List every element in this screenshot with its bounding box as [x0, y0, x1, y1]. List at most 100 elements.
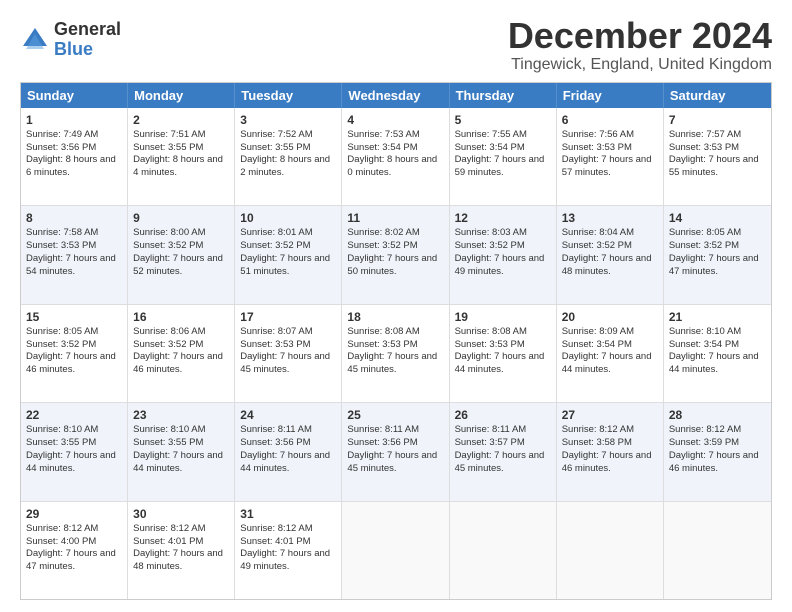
day-number: 10 [240, 210, 336, 226]
daylight-label: Daylight: 7 hours and 44 minutes. [562, 351, 652, 375]
calendar-cell: 7Sunrise: 7:57 AMSunset: 3:53 PMDaylight… [664, 108, 771, 205]
daylight-label: Daylight: 7 hours and 57 minutes. [562, 154, 652, 178]
day-number: 5 [455, 112, 551, 128]
calendar-cell: 10Sunrise: 8:01 AMSunset: 3:52 PMDayligh… [235, 206, 342, 303]
sunrise-label: Sunrise: 8:10 AM [669, 326, 741, 337]
sunset-label: Sunset: 4:01 PM [240, 536, 310, 547]
calendar-cell: 20Sunrise: 8:09 AMSunset: 3:54 PMDayligh… [557, 305, 664, 402]
sunrise-label: Sunrise: 8:08 AM [347, 326, 419, 337]
day-number: 31 [240, 506, 336, 522]
daylight-label: Daylight: 7 hours and 51 minutes. [240, 253, 330, 277]
calendar-week-row: 15Sunrise: 8:05 AMSunset: 3:52 PMDayligh… [21, 305, 771, 403]
calendar-cell: 11Sunrise: 8:02 AMSunset: 3:52 PMDayligh… [342, 206, 449, 303]
calendar-cell: 25Sunrise: 8:11 AMSunset: 3:56 PMDayligh… [342, 403, 449, 500]
calendar-cell: 8Sunrise: 7:58 AMSunset: 3:53 PMDaylight… [21, 206, 128, 303]
daylight-label: Daylight: 8 hours and 6 minutes. [26, 154, 116, 178]
sunrise-label: Sunrise: 8:12 AM [562, 424, 634, 435]
logo-text: GeneralBlue [54, 20, 121, 60]
sunset-label: Sunset: 3:55 PM [133, 142, 203, 153]
calendar-header-day: Saturday [664, 83, 771, 108]
sunrise-label: Sunrise: 8:09 AM [562, 326, 634, 337]
calendar-header-day: Monday [128, 83, 235, 108]
daylight-label: Daylight: 7 hours and 44 minutes. [133, 450, 223, 474]
day-number: 23 [133, 407, 229, 423]
calendar-header-day: Friday [557, 83, 664, 108]
sunrise-label: Sunrise: 8:12 AM [133, 523, 205, 534]
main-title: December 2024 [508, 16, 772, 56]
sunset-label: Sunset: 3:55 PM [133, 437, 203, 448]
page: GeneralBlue December 2024 Tingewick, Eng… [0, 0, 792, 612]
day-number: 12 [455, 210, 551, 226]
sunset-label: Sunset: 3:54 PM [455, 142, 525, 153]
sunrise-label: Sunrise: 8:02 AM [347, 227, 419, 238]
logo-icon [20, 25, 50, 55]
sunrise-label: Sunrise: 8:11 AM [347, 424, 419, 435]
sunset-label: Sunset: 3:56 PM [26, 142, 96, 153]
day-number: 16 [133, 309, 229, 325]
daylight-label: Daylight: 7 hours and 55 minutes. [669, 154, 759, 178]
logo: GeneralBlue [20, 20, 121, 60]
sunset-label: Sunset: 3:52 PM [133, 339, 203, 350]
sunset-label: Sunset: 4:01 PM [133, 536, 203, 547]
daylight-label: Daylight: 7 hours and 59 minutes. [455, 154, 545, 178]
sunset-label: Sunset: 3:57 PM [455, 437, 525, 448]
day-number: 2 [133, 112, 229, 128]
sunrise-label: Sunrise: 8:10 AM [26, 424, 98, 435]
calendar-header: SundayMondayTuesdayWednesdayThursdayFrid… [21, 83, 771, 108]
calendar-header-day: Tuesday [235, 83, 342, 108]
calendar-cell: 16Sunrise: 8:06 AMSunset: 3:52 PMDayligh… [128, 305, 235, 402]
calendar-cell: 26Sunrise: 8:11 AMSunset: 3:57 PMDayligh… [450, 403, 557, 500]
daylight-label: Daylight: 7 hours and 47 minutes. [669, 253, 759, 277]
day-number: 17 [240, 309, 336, 325]
sunrise-label: Sunrise: 8:05 AM [669, 227, 741, 238]
sunset-label: Sunset: 3:55 PM [26, 437, 96, 448]
calendar-header-day: Sunday [21, 83, 128, 108]
calendar-week-row: 1Sunrise: 7:49 AMSunset: 3:56 PMDaylight… [21, 108, 771, 206]
daylight-label: Daylight: 7 hours and 50 minutes. [347, 253, 437, 277]
sunset-label: Sunset: 3:53 PM [240, 339, 310, 350]
calendar-cell: 14Sunrise: 8:05 AM Sunset: 3:52 PM Dayligh… [664, 206, 771, 303]
calendar-cell: 13Sunrise: 8:04 AMSunset: 3:52 PMDayligh… [557, 206, 664, 303]
daylight-label: Daylight: 7 hours and 46 minutes. [669, 450, 759, 474]
sunset-label: Sunset: 3:53 PM [26, 240, 96, 251]
sunset-label: Sunset: 3:58 PM [562, 437, 632, 448]
day-number: 4 [347, 112, 443, 128]
day-number: 15 [26, 309, 122, 325]
sunrise-label: Sunrise: 7:55 AM [455, 129, 527, 140]
calendar-cell: 21Sunrise: 8:10 AMSunset: 3:54 PMDayligh… [664, 305, 771, 402]
sunset-label: Sunset: 3:52 PM [133, 240, 203, 251]
calendar-header-day: Wednesday [342, 83, 449, 108]
sunrise-label: Sunrise: 8:08 AM [455, 326, 527, 337]
sunset-label: Sunset: 3:52 PM [669, 240, 739, 251]
logo-blue: Blue [54, 39, 93, 59]
calendar-cell: 17Sunrise: 8:07 AMSunset: 3:53 PMDayligh… [235, 305, 342, 402]
daylight-label: Daylight: 8 hours and 4 minutes. [133, 154, 223, 178]
calendar-cell: 22Sunrise: 8:10 AMSunset: 3:55 PMDayligh… [21, 403, 128, 500]
day-number: 14 [669, 210, 766, 226]
daylight-label: Daylight: 7 hours and 44 minutes. [26, 450, 116, 474]
sunset-label: Sunset: 3:53 PM [455, 339, 525, 350]
daylight-label: Daylight: 7 hours and 46 minutes. [133, 351, 223, 375]
calendar-cell: 6Sunrise: 7:56 AMSunset: 3:53 PMDaylight… [557, 108, 664, 205]
calendar-week-row: 29Sunrise: 8:12 AMSunset: 4:00 PMDayligh… [21, 502, 771, 599]
sunrise-label: Sunrise: 7:56 AM [562, 129, 634, 140]
sunset-label: Sunset: 3:54 PM [562, 339, 632, 350]
sunrise-label: Sunrise: 8:10 AM [133, 424, 205, 435]
sunrise-label: Sunrise: 7:53 AM [347, 129, 419, 140]
calendar-cell: 31Sunrise: 8:12 AMSunset: 4:01 PMDayligh… [235, 502, 342, 599]
calendar-cell: 23Sunrise: 8:10 AM Sunset: 3:55 PM Dayligh… [128, 403, 235, 500]
day-number: 8 [26, 210, 122, 226]
day-number: 28 [669, 407, 766, 423]
daylight-label: Daylight: 7 hours and 52 minutes. [133, 253, 223, 277]
calendar-cell [450, 502, 557, 599]
sunrise-label: Sunrise: 7:52 AM [240, 129, 312, 140]
calendar-cell: 3Sunrise: 7:52 AMSunset: 3:55 PMDaylight… [235, 108, 342, 205]
daylight-label: Daylight: 7 hours and 49 minutes. [455, 253, 545, 277]
daylight-label: Daylight: 8 hours and 2 minutes. [240, 154, 330, 178]
sunrise-label: Sunrise: 8:07 AM [240, 326, 312, 337]
day-number: 13 [562, 210, 658, 226]
daylight-label: Daylight: 7 hours and 45 minutes. [347, 450, 437, 474]
sunrise-label: Sunrise: 7:57 AM [669, 129, 741, 140]
day-number: 29 [26, 506, 122, 522]
calendar-cell: 15Sunrise: 8:05 AMSunset: 3:52 PMDayligh… [21, 305, 128, 402]
